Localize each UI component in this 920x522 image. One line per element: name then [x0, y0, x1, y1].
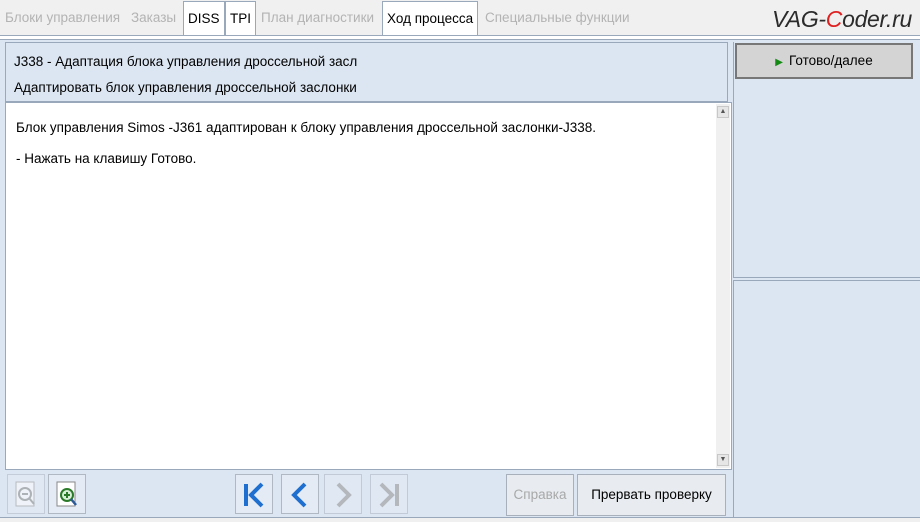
first-page-button[interactable]	[235, 474, 273, 514]
instruction-hint: - Нажать на клавишу Готово.	[16, 151, 197, 166]
watermark-logo: VAG-Coder.ru	[772, 6, 912, 32]
back-button[interactable]	[281, 474, 319, 514]
zoom-out-button[interactable]	[7, 474, 45, 514]
procedure-title: J338 - Адаптация блока управления дроссе…	[14, 54, 358, 69]
play-icon: ▶	[775, 57, 783, 68]
scroll-up-icon[interactable]: ▲	[717, 106, 729, 118]
zoom-out-icon	[15, 481, 35, 507]
procedure-header: J338 - Адаптация блока управления дроссе…	[5, 42, 728, 102]
forward-icon	[336, 482, 352, 508]
tab-diagnostic-plan[interactable]: План диагностики	[257, 2, 378, 34]
help-button[interactable]: Справка	[506, 474, 574, 516]
last-page-button[interactable]	[370, 474, 408, 514]
instruction-panel: Блок управления Simos -J361 адаптирован …	[5, 102, 732, 470]
zoom-in-icon	[56, 481, 77, 507]
zoom-in-button[interactable]	[48, 474, 86, 514]
scroll-down-icon[interactable]: ▼	[717, 454, 729, 466]
status-line	[0, 517, 920, 522]
side-panel-bottom	[733, 280, 920, 522]
tab-process-flow[interactable]: Ход процесса	[382, 1, 479, 36]
done-next-button[interactable]: ▶ Готово/далее	[735, 43, 913, 79]
tab-orders[interactable]: Заказы	[127, 2, 180, 34]
tab-bar: Блоки управления Заказы DISS TPI План ди…	[0, 0, 920, 36]
procedure-step: Адаптировать блок управления дроссельной…	[14, 80, 357, 95]
last-icon	[379, 482, 399, 508]
bottom-toolbar: Справка Прервать проверку	[0, 470, 733, 522]
tab-tpi[interactable]: TPI	[225, 1, 257, 36]
tab-control-units[interactable]: Блоки управления	[1, 2, 124, 34]
back-icon	[291, 482, 307, 508]
tab-strip	[0, 35, 920, 40]
forward-button[interactable]	[324, 474, 362, 514]
abort-check-button[interactable]: Прервать проверку	[577, 474, 726, 516]
tab-diss[interactable]: DISS	[183, 1, 225, 36]
vertical-scrollbar[interactable]: ▲ ▼	[716, 104, 730, 468]
instruction-text: Блок управления Simos -J361 адаптирован …	[16, 120, 597, 135]
tab-special-functions[interactable]: Специальные функции	[481, 2, 634, 34]
first-icon	[244, 482, 264, 508]
